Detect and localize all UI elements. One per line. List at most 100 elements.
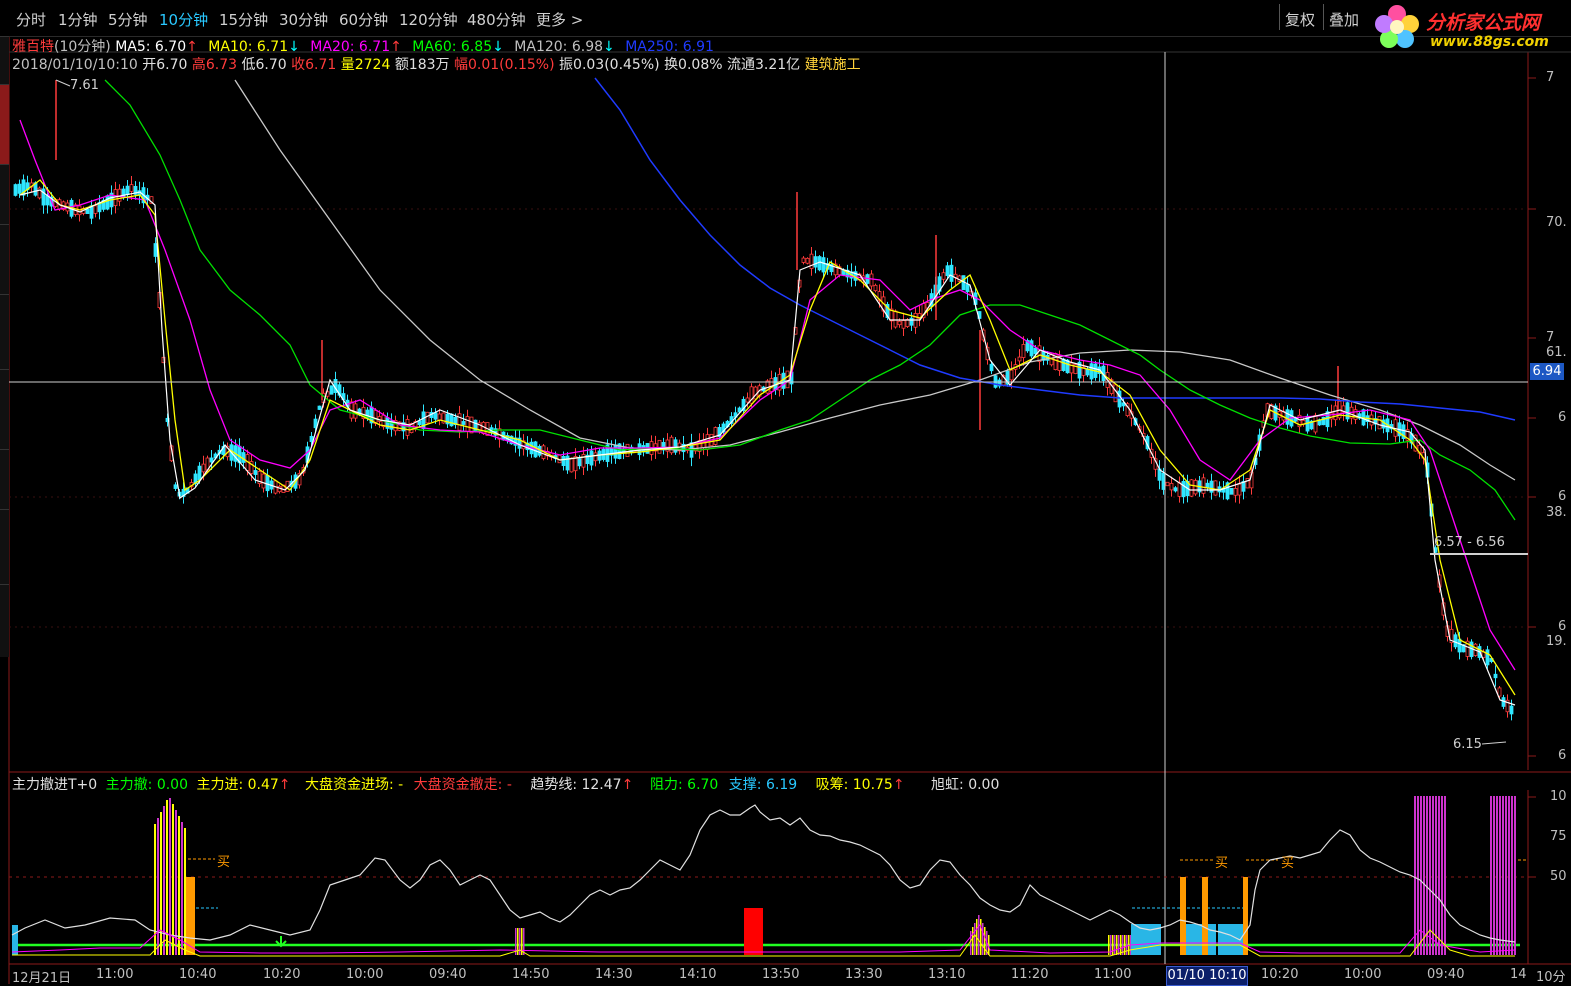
price-axis-label: 19.	[1546, 634, 1567, 649]
price-axis-label: 6	[1558, 748, 1567, 763]
ma5-up-arrow: ↑	[186, 39, 198, 55]
candle-body	[105, 195, 110, 210]
tab-480min[interactable]: 480分钟	[467, 9, 526, 30]
time-axis-label: 10:00	[1344, 967, 1382, 982]
candle-body	[613, 444, 618, 459]
candle-body	[201, 463, 206, 473]
buy-signal-label: 买	[217, 855, 231, 870]
candle-body	[1061, 358, 1066, 371]
candle-body	[449, 413, 454, 427]
candle-body	[253, 470, 258, 475]
candle-body	[1033, 347, 1038, 355]
tab-60min[interactable]: 60分钟	[339, 9, 388, 30]
tab-5min[interactable]: 5分钟	[108, 9, 148, 30]
restore-rights-button[interactable]: 复权	[1285, 9, 1315, 30]
side-tab[interactable]	[0, 164, 9, 225]
period-toolbar: 分时 1分钟 5分钟 10分钟 15分钟 30分钟 60分钟 120分钟 480…	[0, 0, 1571, 37]
tab-30min[interactable]: 30分钟	[279, 9, 328, 30]
price-axis-label: 6	[1558, 489, 1567, 504]
indicator-axis-label: 50	[1550, 869, 1567, 884]
rainbow-value: 旭虹: 0.00	[931, 777, 1000, 793]
price-axis-label: 70.	[1546, 215, 1567, 230]
bar-float-cap: 流通3.21亿	[727, 57, 801, 73]
candle-body	[897, 320, 902, 326]
side-tab-active[interactable]	[0, 84, 9, 165]
absorb-bar	[1496, 796, 1498, 955]
candle-body	[1237, 483, 1242, 496]
candle-body	[901, 320, 906, 329]
tab-15min[interactable]: 15分钟	[219, 9, 268, 30]
candle-body	[473, 419, 478, 433]
absorb-bar	[184, 828, 186, 955]
ma10-line	[19, 179, 1516, 696]
side-tab[interactable]	[0, 369, 9, 450]
absorb-bar	[970, 931, 972, 955]
high-arrow	[55, 79, 71, 87]
tab-more[interactable]: 更多 >	[536, 9, 583, 30]
bar-volume: 量2724	[340, 57, 391, 73]
side-tab[interactable]	[0, 294, 9, 370]
ma10-down-arrow: ↓	[288, 39, 300, 55]
chart-canvas[interactable]	[0, 0, 1571, 984]
candle-body	[93, 205, 98, 214]
ma10-value: MA10: 6.71	[208, 39, 289, 55]
absorb-bar	[1441, 796, 1443, 955]
side-tab[interactable]	[0, 584, 9, 657]
support-value: 支撑: 6.19	[728, 777, 798, 793]
buy-signal-label: 买	[1215, 856, 1229, 871]
candle-body	[1285, 409, 1290, 425]
candle-body	[869, 273, 874, 287]
time-axis-label: 10:20	[263, 967, 301, 982]
market-out-value: 大盘资金撤走: -	[413, 777, 512, 793]
ma20-value: MA20: 6.71	[310, 39, 391, 55]
absorb-bar	[1432, 796, 1434, 955]
flower-logo-icon	[1375, 5, 1419, 48]
candle-body	[1181, 481, 1186, 498]
tab-10min[interactable]: 10分钟	[159, 9, 208, 30]
absorb-bar	[157, 818, 159, 955]
candle-body	[261, 473, 266, 489]
price-axis-label: 6	[1558, 619, 1567, 634]
logo-url: www.88gs.com	[1430, 34, 1549, 50]
side-tab[interactable]	[0, 509, 9, 585]
absorb-bar	[1426, 796, 1428, 955]
bar-industry[interactable]: 建筑施工	[805, 57, 861, 73]
time-axis-label: 09:40	[429, 967, 467, 982]
candle-body	[425, 411, 430, 424]
candle-body	[893, 310, 898, 328]
bar-change: 幅0.01(0.15%)	[454, 57, 555, 73]
ma120-down-arrow: ↓	[603, 39, 615, 55]
bar-amplitude: 振0.03(0.45%)	[559, 57, 660, 73]
candle-body	[1009, 369, 1014, 381]
candle-body	[813, 256, 818, 268]
absorb-bar	[1493, 796, 1495, 955]
tab-timeshare[interactable]: 分时	[16, 9, 46, 30]
side-tab[interactable]	[0, 224, 9, 295]
indicator-name[interactable]: 主力撤进T+0	[12, 777, 97, 793]
candle-body	[481, 421, 486, 435]
overlay-button[interactable]: 叠加	[1329, 9, 1359, 30]
absorb-bar	[972, 927, 974, 955]
candle-body	[1493, 673, 1498, 679]
market-in-value: 大盘资金进场: -	[304, 777, 404, 793]
price-axis-label: 61.	[1546, 345, 1567, 360]
candle-body	[1193, 480, 1198, 495]
absorb-bar	[1414, 796, 1416, 955]
candle-body	[569, 457, 574, 473]
candle-body	[437, 413, 442, 421]
ma5-line	[19, 189, 1516, 706]
candle-body	[745, 397, 750, 403]
candle-body	[1021, 344, 1026, 358]
candle-body	[565, 455, 570, 471]
tab-1min[interactable]: 1分钟	[58, 9, 98, 30]
candle-body	[17, 183, 22, 194]
cyan-bar	[12, 925, 18, 955]
absorb-arrow: ↑	[892, 777, 905, 793]
candle-body	[965, 284, 970, 292]
absorb-bar	[1490, 796, 1492, 955]
bar-turnover: 换0.08%	[664, 57, 723, 73]
side-tab[interactable]	[0, 36, 9, 85]
tab-120min[interactable]: 120分钟	[399, 9, 458, 30]
low-arrow	[1481, 741, 1507, 745]
side-tab[interactable]	[0, 449, 9, 510]
